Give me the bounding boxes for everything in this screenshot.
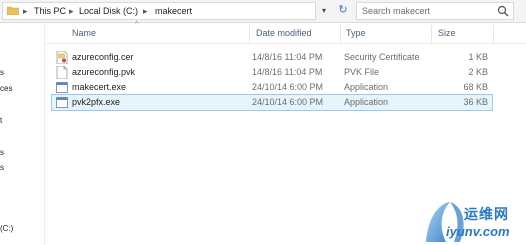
column-header-date[interactable]: Date modified — [256, 26, 312, 42]
file-date: 24/10/14 6:00 PM — [252, 97, 324, 107]
application-icon — [56, 97, 68, 108]
column-header-name[interactable]: Name — [72, 26, 96, 42]
pane-divider[interactable] — [44, 22, 45, 245]
nav-item[interactable]: s — [0, 68, 4, 78]
breadcrumb-makecert[interactable]: makecert — [155, 4, 192, 18]
nav-item[interactable]: ces — [0, 84, 12, 94]
certificate-icon — [56, 51, 68, 64]
nav-item[interactable]: s — [0, 148, 4, 158]
nav-item[interactable]: t — [0, 116, 2, 126]
file-type: Security Certificate — [344, 52, 420, 62]
application-icon — [56, 82, 68, 93]
breadcrumb-local-disk[interactable]: Local Disk (C:) — [79, 4, 138, 18]
sort-indicator: ^ — [135, 21, 139, 28]
column-divider[interactable] — [493, 25, 494, 43]
file-size: 68 KB — [463, 82, 488, 92]
refresh-button[interactable]: ↻ — [334, 2, 352, 20]
breadcrumb-this-pc[interactable]: This PC — [34, 4, 66, 18]
watermark-url: iyunv.com — [446, 224, 510, 239]
file-row[interactable]: azureconfig.pvk 14/8/16 11:04 PM PVK Fil… — [52, 65, 492, 80]
file-name: azureconfig.cer — [72, 52, 134, 62]
column-divider[interactable] — [249, 25, 250, 43]
breadcrumb-separator[interactable]: ▸ — [143, 4, 148, 18]
nav-item[interactable]: s — [0, 163, 4, 173]
watermark-text: 运维网 — [464, 206, 509, 222]
column-header-size[interactable]: Size — [438, 26, 456, 42]
breadcrumb-separator[interactable]: ▸ — [69, 4, 74, 18]
address-bar[interactable]: ▸ This PC ▸ Local Disk (C:) ▸ makecert — [2, 2, 316, 20]
file-row[interactable]: makecert.exe 24/10/14 6:00 PM Applicatio… — [52, 80, 492, 95]
file-icon — [56, 66, 68, 79]
file-type: Application — [344, 97, 389, 107]
search-input[interactable]: Search makecert — [356, 2, 514, 20]
file-date: 14/8/16 11:04 PM — [252, 52, 323, 62]
folder-icon — [7, 6, 19, 15]
file-type: Application — [344, 82, 389, 92]
column-divider[interactable] — [431, 25, 432, 43]
address-history-dropdown[interactable]: ▾ — [316, 2, 332, 20]
file-date: 14/8/16 11:04 PM — [252, 67, 323, 77]
file-row-selected[interactable]: pvk2pfx.exe 24/10/14 6:00 PM Application… — [51, 94, 493, 111]
address-toolbar: ▸ This PC ▸ Local Disk (C:) ▸ makecert ▾… — [0, 0, 526, 23]
file-date: 24/10/14 6:00 PM — [252, 82, 324, 92]
search-icon[interactable] — [497, 5, 509, 17]
file-name: azureconfig.pvk — [72, 67, 136, 77]
file-size: 36 KB — [463, 97, 488, 107]
column-divider[interactable] — [340, 25, 341, 43]
file-row[interactable]: azureconfig.cer 14/8/16 11:04 PM Securit… — [52, 50, 492, 65]
breadcrumb-separator[interactable]: ▸ — [23, 4, 28, 18]
file-name: makecert.exe — [72, 82, 127, 92]
file-name: pvk2pfx.exe — [72, 97, 121, 107]
file-size: 2 KB — [468, 67, 488, 77]
search-placeholder: Search makecert — [362, 6, 431, 16]
header-divider — [45, 43, 526, 44]
column-header-type[interactable]: Type — [346, 26, 366, 42]
nav-item-drive[interactable]: (C:) — [0, 224, 13, 234]
file-type: PVK File — [344, 67, 380, 77]
file-size: 1 KB — [468, 52, 488, 62]
